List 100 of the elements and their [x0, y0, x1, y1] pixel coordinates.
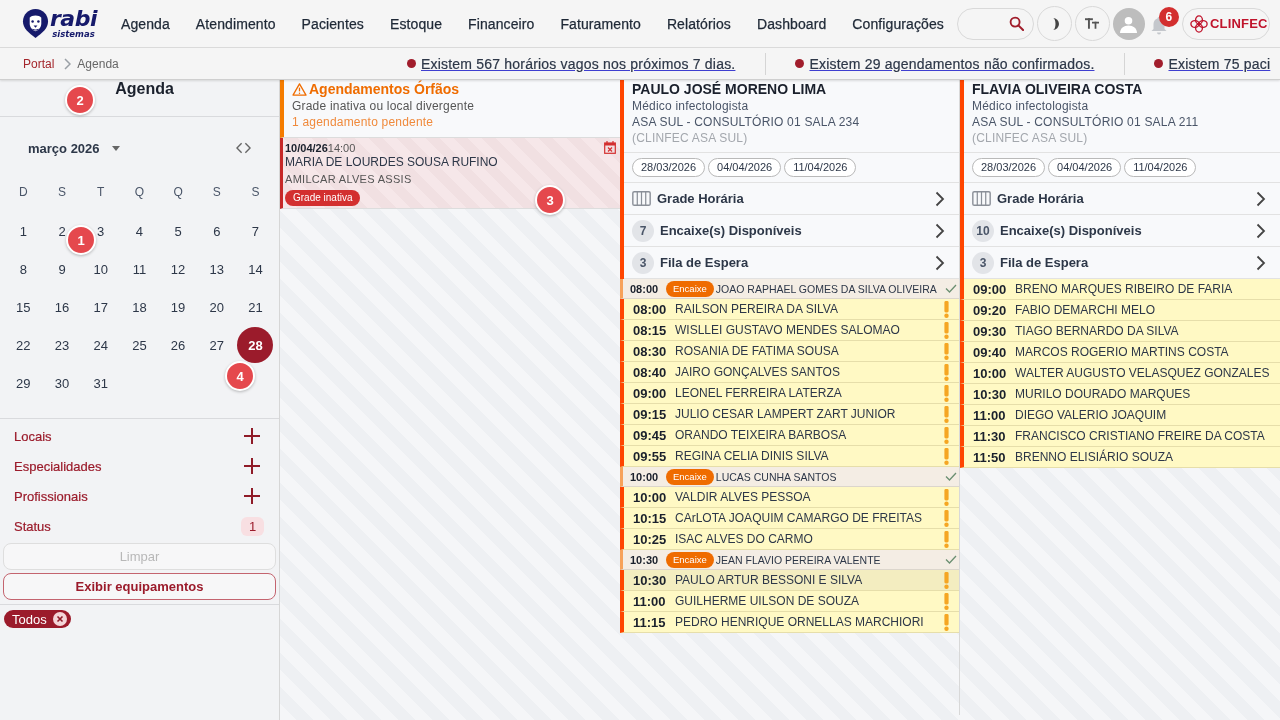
calendar-day[interactable]: 29	[16, 375, 31, 391]
nav-link[interactable]: Configurações	[839, 13, 957, 34]
appointment-row[interactable]: 11:00 DIEGO VALERIO JOAQUIM	[960, 405, 1280, 426]
filter-label[interactable]: Status	[14, 518, 51, 534]
calendar-day[interactable]: 14	[248, 261, 263, 277]
nav-link[interactable]: Estoque	[376, 13, 456, 34]
calendar-day[interactable]: 23	[54, 337, 70, 353]
calendar-day[interactable]: 30	[54, 375, 70, 391]
patient-name: PEDRO HENRIQUE ORNELLAS MARCHIORI	[675, 615, 925, 629]
calendar-day[interactable]: 1	[19, 223, 27, 239]
notifications-button[interactable]: 6	[1150, 6, 1179, 41]
filter-label[interactable]: Profissionais	[14, 488, 88, 504]
alert-link[interactable]: Existem 29 agendamentos não confirmados.	[809, 55, 1095, 72]
alert-link[interactable]: Existem 75 paci	[1168, 55, 1271, 72]
calendar-day[interactable]: 25	[132, 337, 147, 353]
nav-link[interactable]: Relatórios	[653, 13, 744, 34]
appointment-row[interactable]: 09:15 JULIO CESAR LAMPERT ZART JUNIOR	[620, 404, 959, 425]
date-chip[interactable]: 11/04/2026	[1124, 158, 1197, 177]
appointment-row[interactable]: 11:15 PEDRO HENRIQUE ORNELLAS MARCHIORI	[620, 612, 959, 633]
nav-link[interactable]: Pacientes	[288, 13, 377, 34]
nav-link[interactable]: Agenda	[108, 13, 183, 34]
appointment-row[interactable]: 10:15 CArLOTA JOAQUIM CAMARGO DE FREITAS	[620, 508, 959, 529]
warning-icon	[292, 82, 307, 96]
calendar-day[interactable]: 3	[97, 223, 105, 239]
theme-toggle-button[interactable]	[1036, 6, 1072, 41]
calendar-day[interactable]: 8	[19, 261, 27, 277]
calendar-day[interactable]: 5	[174, 223, 182, 239]
text-size-button[interactable]	[1074, 6, 1110, 41]
calendar-day[interactable]: 19	[170, 299, 186, 315]
appointment-row[interactable]: 09:00 LEONEL FERREIRA LATERZA	[620, 383, 959, 404]
appointment-row[interactable]: 10:30 PAULO ARTUR BESSONI E SILVA	[620, 570, 959, 591]
appointment-row[interactable]: 09:45 ORANDO TEIXEIRA BARBOSA	[620, 425, 959, 446]
date-chip[interactable]: 28/03/2026	[972, 158, 1046, 177]
calendar-day[interactable]: 22	[16, 337, 31, 353]
appointment-row[interactable]: 08:40 JAIRO GONÇALVES SANTOS	[620, 362, 959, 383]
calendar-day[interactable]: 9	[58, 261, 66, 277]
close-icon[interactable]	[52, 612, 67, 626]
filter-label[interactable]: Locais	[14, 428, 52, 444]
patient-name: CArLOTA JOAQUIM CAMARGO DE FREITAS	[675, 511, 923, 525]
calendar-day[interactable]: 4	[135, 223, 143, 239]
filter-chip[interactable]: Todos	[4, 610, 71, 628]
calendar-day[interactable]: 10	[93, 261, 108, 277]
appointment-row[interactable]: 11:50 BRENNO ELISIÁRIO SOUZA	[960, 447, 1280, 468]
calendar-day[interactable]: 27	[209, 337, 224, 353]
calendar-day[interactable]: 2	[58, 223, 66, 239]
filter-label[interactable]: Especialidades	[14, 458, 102, 474]
appointment-time: 09:40	[973, 344, 1008, 360]
date-chip[interactable]: 28/03/2026	[632, 158, 706, 177]
appointment-row[interactable]: 10:30 MURILO DOURADO MARQUES	[960, 384, 1280, 405]
appointment-row[interactable]: 11:00 GUILHERME UILSON DE SOUZA	[620, 591, 959, 612]
appointment-row[interactable]: 10:00 VALDIR ALVES PESSOA	[620, 487, 959, 508]
appointment-time: 08:40	[633, 364, 668, 380]
appointment-row[interactable]: 08:00 Encaixe JOAO RAPHAEL GOMES DA SILVA OLIVEIRA	[620, 279, 959, 299]
appointment-row[interactable]: 10:25 ISAC ALVES DO CARMO	[620, 529, 959, 550]
calendar-day[interactable]: 17	[93, 299, 108, 315]
calendar-day[interactable]: 7	[251, 223, 260, 239]
calendar-day[interactable]: 11	[132, 261, 147, 277]
show-equipment-button[interactable]: Exibir equipamentos	[3, 573, 276, 600]
calendar-day[interactable]: 21	[248, 299, 263, 315]
calendar-day[interactable]: 26	[170, 337, 186, 353]
calendar-day[interactable]: 6	[213, 223, 221, 239]
location-text: ASA SUL - CONSULTÓRIO 01 SALA 211	[972, 114, 1200, 130]
date-chip[interactable]: 11/04/2026	[784, 158, 857, 177]
plus-icon[interactable]	[244, 488, 260, 504]
calendar-x-icon[interactable]	[604, 140, 616, 154]
calendar-day[interactable]: 13	[209, 261, 224, 277]
date-chip[interactable]: 04/04/2026	[1048, 158, 1122, 177]
appointment-row[interactable]: 08:15 WISLLEI GUSTAVO MENDES SALOMAO	[620, 320, 959, 341]
nav-link[interactable]: Atendimento	[182, 13, 289, 34]
appointment-row[interactable]: 10:00 Encaixe LUCAS CUNHA SANTOS	[620, 467, 959, 487]
appointment-row[interactable]: 09:30 TIAGO BERNARDO DA SILVA	[960, 321, 1280, 342]
nav-link[interactable]: Dashboard	[743, 13, 840, 34]
appointment-time: 10:15	[633, 510, 668, 526]
calendar-day[interactable]: 28	[237, 327, 274, 363]
month-dropdown[interactable]: março 2026	[28, 140, 120, 156]
appointment-row[interactable]: 10:00 WALTER AUGUSTO VELASQUEZ GONZALES	[960, 363, 1280, 384]
calendar-day[interactable]: 12	[170, 261, 186, 277]
calendar-day[interactable]: 20	[209, 299, 224, 315]
specialty-text: Médico infectologista	[972, 98, 1090, 114]
alert-link[interactable]: Existem 567 horários vagos nos próximos 7 dias.	[421, 55, 736, 72]
calendar-day[interactable]: 24	[93, 337, 108, 353]
nav-link[interactable]: Faturamento	[547, 13, 654, 34]
plus-icon[interactable]	[244, 428, 260, 444]
nav-link[interactable]: Financeiro	[455, 13, 548, 34]
appointment-row[interactable]: 09:55 REGINA CELIA DINIS SILVA	[620, 446, 959, 467]
calendar-day[interactable]: 31	[93, 375, 108, 391]
appointment-row[interactable]: 09:40 MARCOS ROGERIO MARTINS COSTA	[960, 342, 1280, 363]
appointment-row[interactable]: 09:00 BRENO MARQUES RIBEIRO DE FARIA	[960, 279, 1280, 300]
calendar-day[interactable]: 15	[16, 299, 31, 315]
chevrons-icon[interactable]	[236, 142, 251, 154]
plus-icon[interactable]	[244, 458, 260, 474]
calendar-day[interactable]: 18	[132, 299, 147, 315]
appointment-row[interactable]: 08:30 ROSANIA DE FATIMA SOUSA	[620, 341, 959, 362]
appointment-row[interactable]: 11:30 FRANCISCO CRISTIANO FREIRE DA COSTA	[960, 426, 1280, 447]
breadcrumb-link[interactable]: Portal	[23, 56, 55, 71]
appointment-row[interactable]: 10:30 Encaixe JEAN FLAVIO PEREIRA VALENTE	[620, 550, 959, 570]
appointment-row[interactable]: 09:20 FABIO DEMARCHI MELO	[960, 300, 1280, 321]
calendar-day[interactable]: 16	[54, 299, 70, 315]
date-chip[interactable]: 04/04/2026	[708, 158, 782, 177]
appointment-row[interactable]: 08:00 RAILSON PEREIRA DA SILVA	[620, 299, 959, 320]
